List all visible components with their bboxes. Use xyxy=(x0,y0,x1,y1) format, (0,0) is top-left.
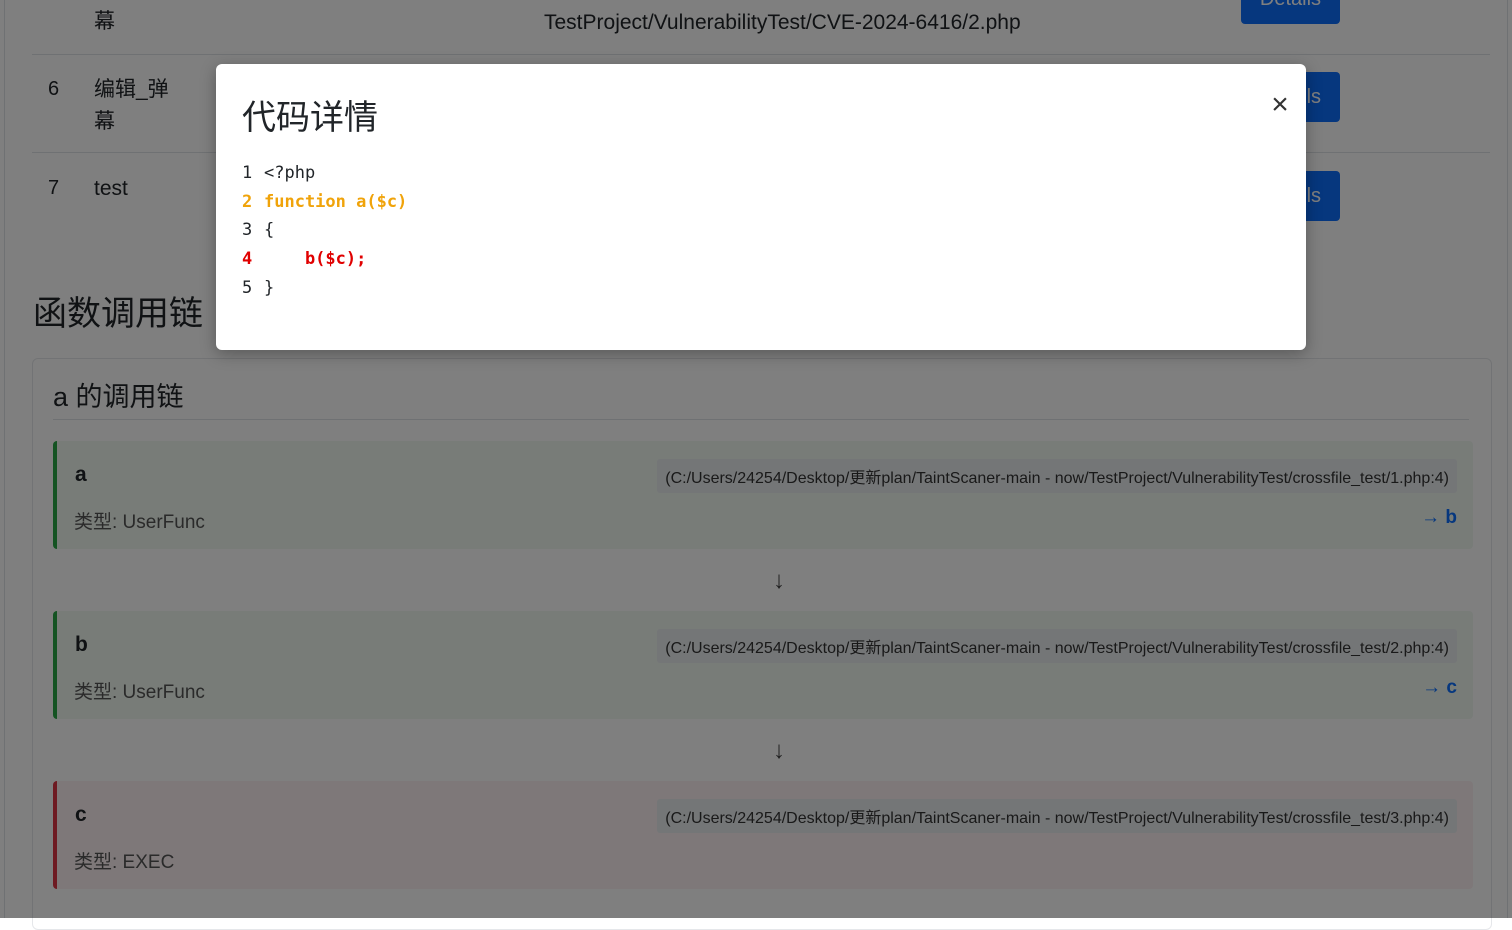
code-text: <?php xyxy=(264,163,316,183)
line-number: 4 xyxy=(242,249,253,270)
code-line-vulnerable: 4 b($c); xyxy=(242,245,407,274)
close-icon[interactable]: × xyxy=(1268,90,1292,120)
code-text: b($c); xyxy=(264,249,367,270)
line-number: 3 xyxy=(242,220,253,241)
code-text: } xyxy=(264,277,275,298)
code-detail-modal: 代码详情 × 1 <?php 2 function a($c) 3{ 4 b($c)… xyxy=(216,64,1306,350)
line-number: 1 xyxy=(242,163,253,183)
code-line: 5} xyxy=(242,274,407,303)
code-block: 1 <?php 2 function a($c) 3{ 4 b($c); 5} xyxy=(242,159,407,302)
code-line: 3{ xyxy=(242,216,407,245)
line-number: 2 xyxy=(242,191,253,212)
code-text: function a($c) xyxy=(264,191,408,212)
code-line-highlighted: 2 function a($c) xyxy=(242,188,407,217)
modal-title: 代码详情 xyxy=(242,99,378,137)
code-text: { xyxy=(264,220,275,241)
code-line: 1 <?php xyxy=(242,159,407,188)
line-number: 5 xyxy=(242,277,253,298)
